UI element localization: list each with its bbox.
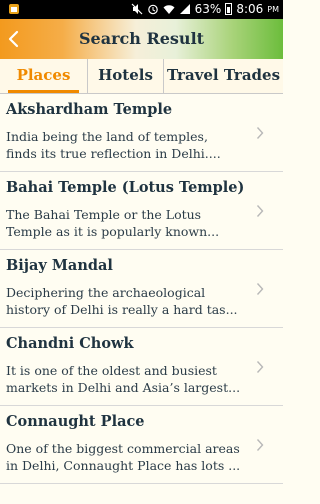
list-item[interactable]: Connaught Place One of the biggest comme… — [0, 406, 283, 484]
chevron-right-icon — [256, 127, 264, 139]
list-item[interactable]: Akshardham Temple India being the land o… — [0, 94, 283, 172]
page-title: Search Result — [78, 29, 205, 48]
item-description-line: The Bahai Temple or the Lotus — [6, 207, 202, 222]
list-item-partial[interactable] — [0, 484, 283, 504]
tab-travel-trades-label: Travel Trades — [166, 66, 281, 84]
status-bar: 63% 8:06 PM — [0, 0, 283, 19]
item-description-line: Deciphering the archaeological — [6, 285, 206, 300]
mute-icon — [131, 3, 143, 15]
item-description-line: markets in Delhi and Asia’s largest... — [6, 380, 241, 395]
clock-ampm: PM — [267, 4, 279, 14]
clock-time: 8:06 — [236, 2, 264, 16]
title-bar: Search Result — [0, 19, 283, 59]
active-tab-indicator — [8, 90, 79, 93]
chevron-right-icon — [256, 283, 264, 295]
item-description: India being the land of temples, finds i… — [6, 128, 253, 162]
tab-hotels[interactable]: Hotels — [87, 59, 163, 93]
item-description-line: finds its true reflection in Delhi.... — [6, 146, 221, 161]
list-item[interactable]: Bijay Mandal Deciphering the archaeologi… — [0, 250, 283, 328]
item-description: One of the biggest commercial areas in D… — [6, 440, 253, 474]
status-icons: 63% 8:06 PM — [131, 2, 279, 16]
tab-places-label: Places — [16, 66, 71, 84]
chevron-right-icon — [256, 361, 264, 373]
tab-bar: Places Hotels Travel Trades — [0, 59, 283, 94]
item-description: Deciphering the archaeological history o… — [6, 284, 253, 318]
item-description-line: history of Delhi is really a hard tas... — [6, 302, 238, 317]
item-description-line: One of the biggest commercial areas — [6, 441, 240, 456]
battery-percent: 63% — [194, 2, 222, 16]
item-description-line: Temple as it is popularly known... — [6, 224, 220, 239]
item-description: It is one of the oldest and busiest mark… — [6, 362, 253, 396]
item-title: Akshardham Temple — [6, 101, 173, 118]
item-title: Bahai Temple (Lotus Temple) — [6, 179, 245, 196]
item-title: Bijay Mandal — [6, 257, 113, 274]
tab-hotels-label: Hotels — [98, 66, 153, 84]
item-title: Chandni Chowk — [6, 335, 134, 352]
list-item[interactable]: Chandni Chowk It is one of the oldest an… — [0, 328, 283, 406]
tab-travel-trades[interactable]: Travel Trades — [163, 59, 283, 93]
item-description: The Bahai Temple or the Lotus Temple as … — [6, 206, 253, 240]
tab-places[interactable]: Places — [0, 59, 87, 93]
item-description-line: in Delhi, Connaught Place has lots ... — [6, 458, 241, 473]
list-item[interactable]: Bahai Temple (Lotus Temple) The Bahai Te… — [0, 172, 283, 250]
chevron-right-icon — [256, 439, 264, 451]
item-description-line: India being the land of temples, — [6, 129, 208, 144]
item-description-line: It is one of the oldest and busiest — [6, 363, 217, 378]
battery-icon — [225, 3, 233, 15]
chevron-right-icon — [256, 205, 264, 217]
item-title: Connaught Place — [6, 413, 145, 430]
wifi-icon — [163, 5, 175, 14]
results-list: Akshardham Temple India being the land o… — [0, 94, 283, 504]
notification-icon — [9, 4, 19, 14]
alarm-icon — [147, 4, 158, 15]
signal-icon — [179, 4, 190, 14]
